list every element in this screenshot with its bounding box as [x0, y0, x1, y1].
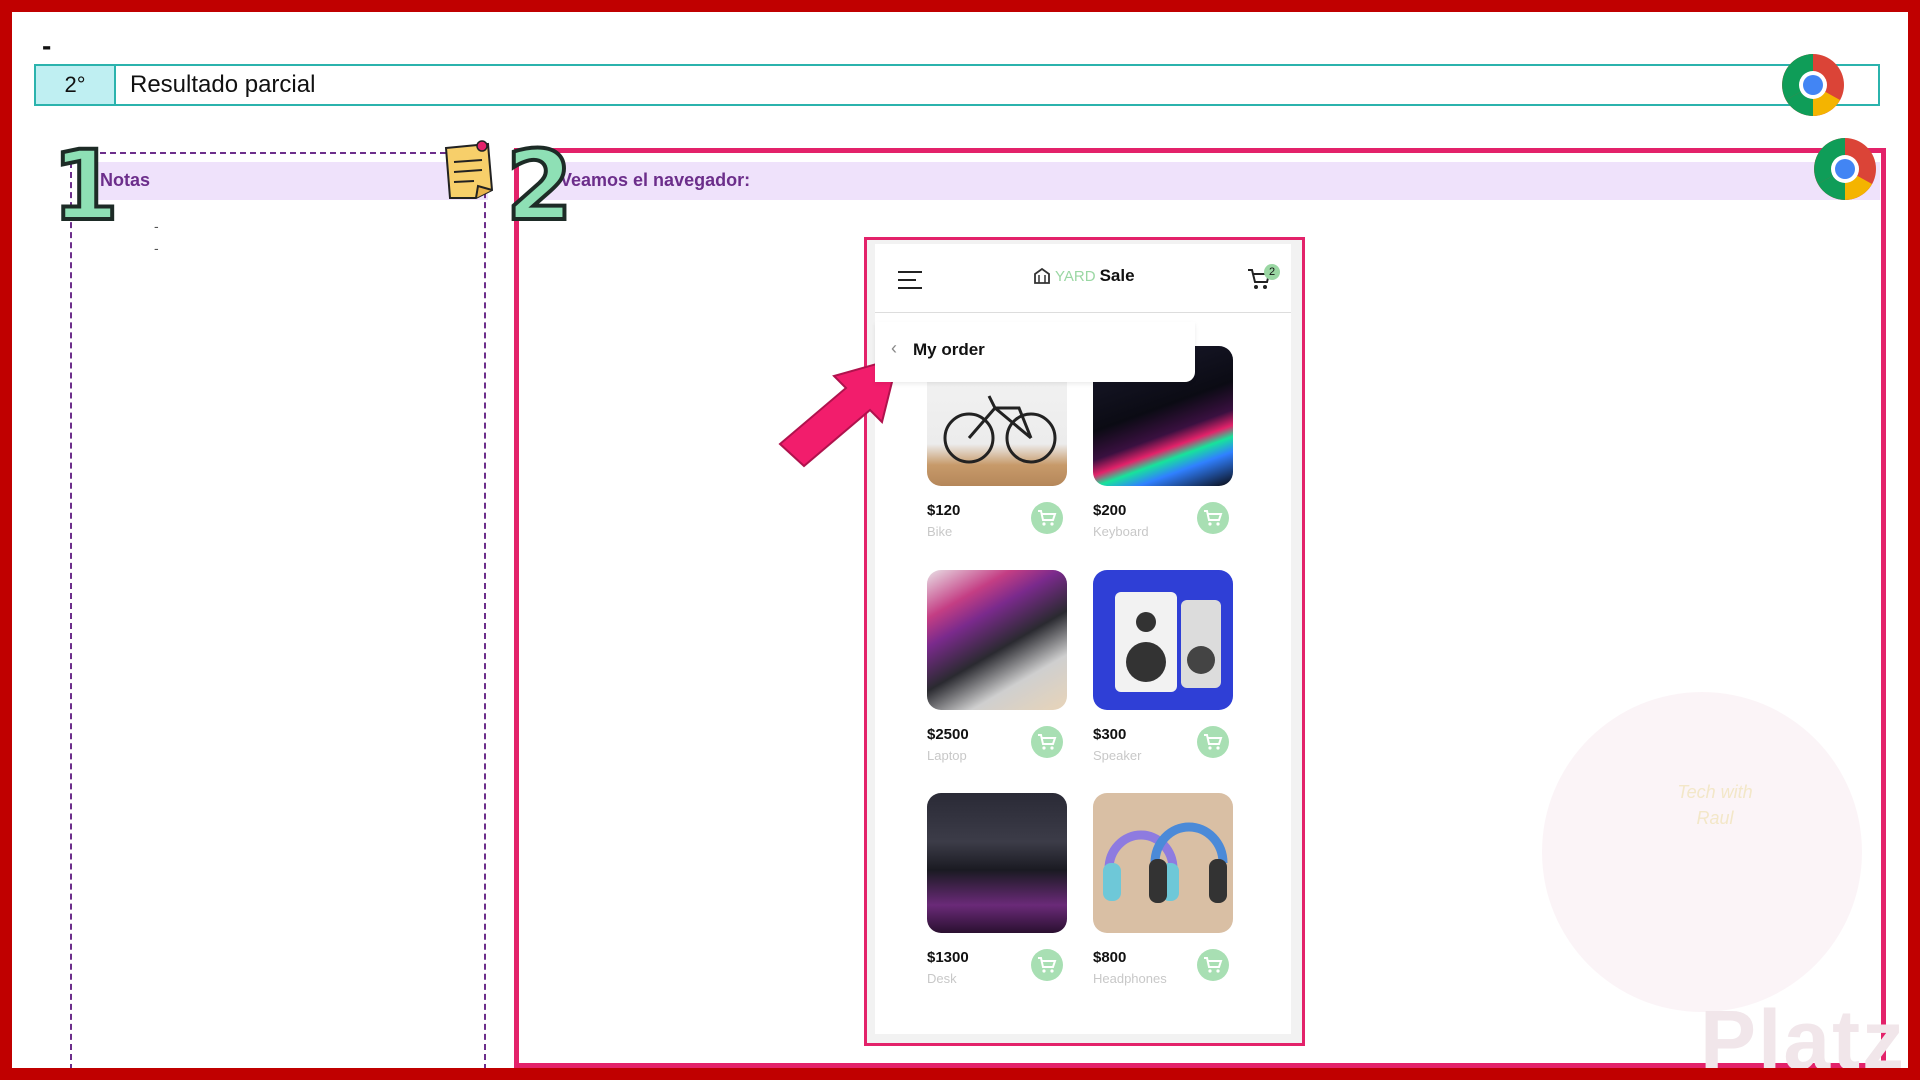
product-image-headphones[interactable] — [1093, 793, 1233, 933]
add-to-cart-button[interactable] — [1031, 949, 1063, 981]
product-price: $2500 — [927, 726, 969, 743]
section-number-1: 1 — [50, 130, 121, 242]
add-to-cart-icon — [1038, 957, 1057, 973]
yard-sale-logo[interactable]: YARD Sale — [1033, 266, 1135, 286]
add-to-cart-icon — [1204, 957, 1223, 973]
product-name: Laptop — [927, 748, 967, 763]
product-name: Bike — [927, 524, 953, 539]
my-order-panel: ‹ My order — [875, 322, 1195, 382]
add-to-cart-button[interactable] — [1197, 726, 1229, 758]
product-name: Keyboard — [1093, 524, 1149, 539]
cart-count-badge: 2 — [1264, 264, 1280, 280]
mobile-viewport: YARD Sale 2 ‹ My order $120 Bike $200 Ke… — [864, 237, 1305, 1046]
store-icon — [1034, 267, 1050, 284]
product-price: $300 — [1093, 726, 1127, 743]
watermark-badge-line: Tech with — [1677, 782, 1753, 802]
product-name: Speaker — [1093, 748, 1142, 763]
sticky-note-icon — [444, 140, 494, 199]
product-name: Desk — [927, 971, 957, 986]
watermark-badge-line: Raul — [1696, 808, 1734, 828]
browser-label: Veamos el navegador: — [560, 170, 751, 190]
app-navbar: YARD Sale 2 — [875, 244, 1291, 313]
step-title: Resultado parcial — [130, 71, 316, 98]
product-image-laptop[interactable] — [927, 570, 1067, 710]
product-price: $800 — [1093, 949, 1127, 966]
my-order-title: My order — [913, 340, 985, 359]
app-screen: YARD Sale 2 ‹ My order $120 Bike $200 Ke… — [875, 244, 1291, 1034]
chrome-icon — [1782, 54, 1844, 116]
product-card[interactable]: $2500 Laptop — [927, 570, 1067, 763]
hamburger-menu-icon[interactable] — [897, 270, 923, 290]
notes-panel — [70, 152, 486, 1068]
note-bullet: - — [154, 240, 159, 256]
product-image-desk[interactable] — [927, 793, 1067, 933]
platzi-watermark: Platzi — [1700, 993, 1908, 1068]
add-to-cart-button[interactable] — [1197, 949, 1229, 981]
product-price: $120 — [927, 502, 961, 519]
logo-sale-text: Sale — [1099, 266, 1135, 285]
watermark-badge — [1542, 692, 1862, 1012]
chrome-icon — [1814, 138, 1876, 200]
add-to-cart-icon — [1038, 734, 1057, 750]
product-card[interactable]: $800 Headphones — [1093, 793, 1233, 986]
logo-yard-text: YARD — [1055, 267, 1096, 285]
step-number: 2° — [36, 66, 116, 104]
product-card[interactable]: $300 Speaker — [1093, 570, 1233, 763]
product-name: Headphones — [1093, 971, 1167, 986]
product-card[interactable]: $1300 Desk — [927, 793, 1067, 986]
product-price: $200 — [1093, 502, 1127, 519]
product-image-speaker[interactable] — [1093, 570, 1233, 710]
add-to-cart-button[interactable] — [1031, 726, 1063, 758]
add-to-cart-button[interactable] — [1031, 502, 1063, 534]
chevron-left-icon[interactable]: ‹ — [891, 338, 897, 359]
add-to-cart-icon — [1038, 510, 1057, 526]
add-to-cart-icon — [1204, 734, 1223, 750]
slide-frame: - 2° Resultado parcial Notas 1 - - Veamo… — [12, 12, 1908, 1068]
product-price: $1300 — [927, 949, 969, 966]
add-to-cart-icon — [1204, 510, 1223, 526]
slide-dash: - — [42, 30, 52, 61]
add-to-cart-button[interactable] — [1197, 502, 1229, 534]
section-number-2: 2 — [504, 130, 575, 242]
note-bullet: - — [154, 218, 159, 234]
step-header: 2° Resultado parcial — [34, 64, 1880, 106]
